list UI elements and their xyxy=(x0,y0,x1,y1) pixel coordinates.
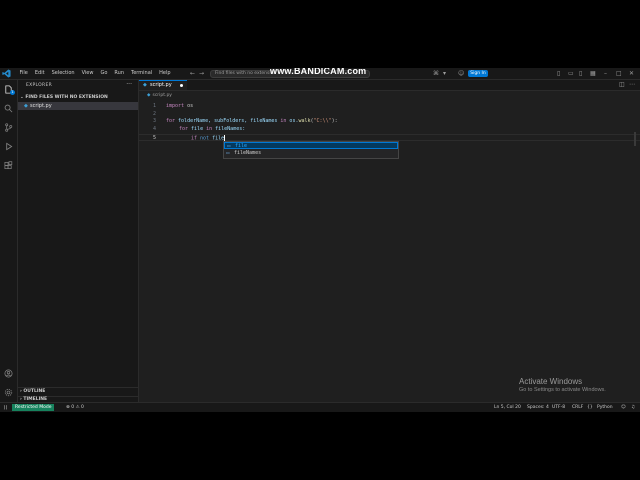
toggle-sidebar-icon[interactable]: ▯ xyxy=(557,69,560,78)
menu-help[interactable]: Help xyxy=(156,69,174,78)
restricted-mode-badge[interactable]: Restricted Mode xyxy=(12,404,55,411)
toggle-secondary-sidebar-icon[interactable]: ▯ xyxy=(579,69,582,78)
close-icon[interactable]: ✕ xyxy=(629,69,634,78)
indentation[interactable]: Spaces: 4 xyxy=(527,403,549,412)
split-editor-icon[interactable]: ◫ xyxy=(619,81,625,89)
menu-view[interactable]: View xyxy=(78,69,97,78)
text-cursor xyxy=(224,134,226,141)
activate-subtitle: Go to Settings to activate Windows. xyxy=(519,387,606,393)
remote-indicator-icon[interactable]: ⟩⟨ xyxy=(0,403,11,412)
back-arrow-icon[interactable]: ← xyxy=(190,69,195,78)
menu-file[interactable]: File xyxy=(16,69,31,78)
explorer-sidebar: EXPLORER ··· ⌄ FIND FILES WITH NO EXTENS… xyxy=(18,80,139,402)
status-bar: ⟩⟨ Restricted Mode ⊗ 0 ⚠ 0 Ln 5, Col 20 … xyxy=(0,402,640,412)
variable-icon: ▭ xyxy=(226,150,230,155)
end-of-line[interactable]: CRLF xyxy=(572,403,583,412)
search-icon[interactable] xyxy=(3,103,14,114)
bandicam-watermark: www.BANDICAM.com xyxy=(270,68,367,76)
tab-label: script.py xyxy=(150,82,172,88)
problems-indicator[interactable]: ⊗ 0 ⚠ 0 xyxy=(66,403,84,412)
line-number: 5 xyxy=(152,134,156,141)
menu-bar: File Edit Selection View Go Run Terminal… xyxy=(16,69,174,78)
line-number: 2 xyxy=(152,110,156,117)
code-line: 4 for file in fileNames: xyxy=(139,126,640,134)
python-file-icon: ◆ xyxy=(143,82,147,88)
workspace-folder[interactable]: ⌄ FIND FILES WITH NO EXTENSION xyxy=(20,95,108,100)
encoding[interactable]: UTF-8 xyxy=(552,403,565,412)
code-line: 1 import os xyxy=(139,103,640,111)
breadcrumb-file: script.py xyxy=(152,93,172,98)
extensions-icon[interactable] xyxy=(3,160,14,171)
divider xyxy=(18,387,138,388)
suggestion-label: fileNames xyxy=(234,150,262,156)
customize-layout-icon[interactable]: ▦ xyxy=(590,69,596,78)
file-item-script-py[interactable]: ◆ script.py xyxy=(18,102,138,110)
code-text: for folderName, subFolders, fileNames in… xyxy=(166,118,338,125)
editor-area: ◆ script.py ◫ ⋯ ◆ script.py 1 import os 2… xyxy=(139,80,640,402)
settings-gear-icon[interactable] xyxy=(3,387,14,398)
feedback-icon[interactable]: ☺ xyxy=(621,403,626,412)
menu-selection[interactable]: Selection xyxy=(48,69,78,78)
variable-icon: ▭ xyxy=(227,143,231,148)
toggle-panel-icon[interactable]: ▭ xyxy=(568,69,574,78)
line-number: 1 xyxy=(152,103,156,109)
activity-bar: 1 xyxy=(0,80,18,402)
copilot-chevron-icon[interactable]: ▾ xyxy=(443,69,446,78)
menu-run[interactable]: Run xyxy=(111,69,128,78)
copilot-icon[interactable]: ⌘ xyxy=(433,69,439,78)
outline-label: OUTLINE xyxy=(23,389,46,394)
tab-script-py[interactable]: ◆ script.py xyxy=(139,80,187,90)
menu-edit[interactable]: Edit xyxy=(31,69,48,78)
python-file-icon: ◆ xyxy=(147,93,151,98)
explorer-icon[interactable]: 1 xyxy=(3,84,15,95)
activate-title: Activate Windows xyxy=(519,377,583,386)
accounts-icon[interactable] xyxy=(3,368,14,379)
unsaved-dot-icon[interactable] xyxy=(180,84,183,87)
line-number: 3 xyxy=(152,118,156,125)
suggestion-item[interactable]: ▭ fileNames xyxy=(224,150,398,157)
cursor-position[interactable]: Ln 5, Col 20 xyxy=(494,403,521,412)
maximize-icon[interactable]: □ xyxy=(616,69,622,78)
code-text: for file in fileNames: xyxy=(179,126,246,133)
code-line: 3 for folderName, subFolders, fileNames … xyxy=(139,118,640,126)
editor-tabs: ◆ script.py ◫ ⋯ xyxy=(139,80,640,91)
autocomplete-suggestions: ▭ file ▭ fileNames xyxy=(223,141,399,159)
run-debug-icon[interactable] xyxy=(3,141,14,152)
folder-name: FIND FILES WITH NO EXTENSION xyxy=(25,95,108,100)
language-mode[interactable]: Python xyxy=(597,403,613,412)
explorer-badge: 1 xyxy=(10,90,15,95)
more-actions-icon[interactable]: ··· xyxy=(126,81,132,88)
minimize-icon[interactable]: – xyxy=(604,69,607,78)
menu-go[interactable]: Go xyxy=(97,69,111,78)
editor-more-icon[interactable]: ⋯ xyxy=(629,81,635,89)
title-bar: File Edit Selection View Go Run Terminal… xyxy=(0,68,640,80)
source-control-icon[interactable] xyxy=(3,122,14,133)
breadcrumb[interactable]: ◆ script.py xyxy=(147,93,172,98)
forward-arrow-icon[interactable]: → xyxy=(199,69,204,78)
scrollbar-thumb[interactable] xyxy=(634,132,636,146)
account-icon[interactable]: ☺ xyxy=(458,69,464,78)
explorer-title: EXPLORER xyxy=(26,83,53,88)
suggestion-item[interactable]: ▭ file xyxy=(224,142,398,149)
menu-terminal[interactable]: Terminal xyxy=(128,69,156,78)
sign-in-button[interactable]: Sign In xyxy=(468,69,488,77)
outline-section[interactable]: › OUTLINE xyxy=(20,389,45,394)
suggestion-label: file xyxy=(235,143,248,149)
code-line: 2 xyxy=(139,111,640,119)
vscode-logo-icon xyxy=(2,69,11,78)
activate-windows-watermark: Activate Windows Go to Settings to activ… xyxy=(519,377,606,393)
code-text: import os xyxy=(166,103,194,109)
command-center-text: Find files with no extension xyxy=(215,70,277,76)
python-file-icon: ◆ xyxy=(24,102,28,109)
line-number: 4 xyxy=(152,126,156,133)
vscode-window: File Edit Selection View Go Run Terminal… xyxy=(0,68,640,412)
file-name: script.py xyxy=(30,103,52,109)
notifications-bell-icon[interactable]: ♫ xyxy=(631,403,635,412)
code-text: if not file xyxy=(191,134,226,142)
braces-icon[interactable]: {} xyxy=(587,403,593,412)
